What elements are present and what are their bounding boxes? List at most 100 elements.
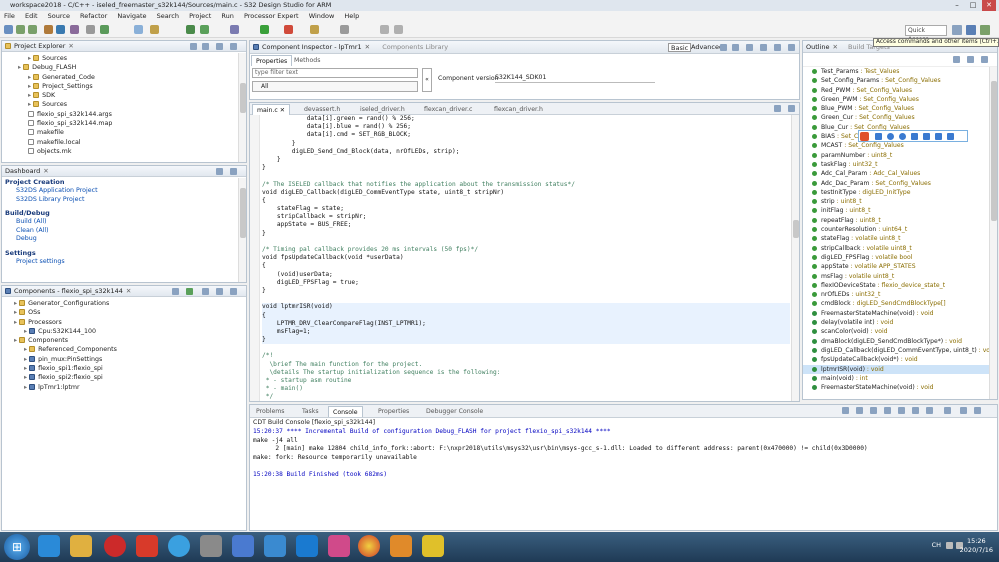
debug-link[interactable]: Debug xyxy=(2,235,246,244)
quick-access-input[interactable]: Quick Access xyxy=(905,25,947,43)
code-line[interactable] xyxy=(262,295,790,303)
nav-back-icon[interactable] xyxy=(380,25,389,34)
build-all-link[interactable]: Build (All) xyxy=(2,218,246,227)
tree-item[interactable]: ▸ SDK xyxy=(2,91,246,100)
menu-navigate[interactable]: Navigate xyxy=(117,12,146,20)
chrome-icon[interactable] xyxy=(358,535,380,557)
outline-item[interactable]: flexIODeviceState : flexio_device_state_… xyxy=(803,281,997,290)
code-line[interactable]: } xyxy=(262,156,790,164)
tab-iseled-driver-h[interactable]: iseled_driver.h xyxy=(356,104,409,115)
inspector-filter-input[interactable]: type filter text xyxy=(252,68,418,78)
minimize-view-icon[interactable] xyxy=(230,168,237,175)
open-console-icon[interactable] xyxy=(898,407,905,414)
outline-item[interactable]: nrOfLEDs : uint32_t xyxy=(803,290,997,299)
minimize-button[interactable]: – xyxy=(950,0,964,11)
tree-item[interactable]: makefile xyxy=(2,128,246,137)
outline-item[interactable]: stateFlag : volatile uint8_t xyxy=(803,234,997,243)
menu-refactor[interactable]: Refactor xyxy=(80,12,107,20)
s32ds-icon[interactable] xyxy=(422,535,444,557)
menu-edit[interactable]: Edit xyxy=(25,12,38,20)
code-line[interactable]: } xyxy=(262,287,790,295)
phone-icon[interactable] xyxy=(200,535,222,557)
code-line[interactable]: stateFlag = state; xyxy=(262,205,790,213)
tree-item[interactable]: ▸ Referenced_Components xyxy=(2,345,246,354)
minimize-view-icon[interactable] xyxy=(230,288,237,295)
code-line[interactable]: } xyxy=(262,230,790,238)
new-icon[interactable] xyxy=(4,25,13,34)
mail-icon[interactable] xyxy=(264,535,286,557)
menu-project[interactable]: Project xyxy=(189,12,211,20)
outline-item[interactable]: scanColor(void) : void xyxy=(803,327,997,336)
project-explorer-title[interactable]: Project Explorer xyxy=(14,42,65,50)
debug-config-icon[interactable] xyxy=(56,25,65,34)
view-menu-icon[interactable] xyxy=(944,407,951,414)
tree-item[interactable]: flexio_spi_s32k144.args xyxy=(2,110,246,119)
code-line[interactable]: (void)userData; xyxy=(262,271,790,279)
code-line[interactable]: * - startup asm routine xyxy=(262,377,790,385)
outline-item[interactable]: repeatFlag : uint8_t xyxy=(803,216,997,225)
tree-item[interactable]: ▸ Components xyxy=(2,336,246,345)
terminate-icon[interactable] xyxy=(926,407,933,414)
tab-methods[interactable]: Methods xyxy=(290,55,324,66)
component-add-icon[interactable] xyxy=(172,288,179,295)
components-title[interactable]: Components - flexio_spi_s32k144 xyxy=(14,287,123,295)
code-line[interactable]: appState = BUS_FREE; xyxy=(262,221,790,229)
pin-console-icon[interactable] xyxy=(870,407,877,414)
outline-item[interactable]: initFlag : uint8_t xyxy=(803,206,997,215)
outline-item[interactable]: counterResolution : uint64_t xyxy=(803,225,997,234)
debug-run-icon[interactable] xyxy=(186,25,195,34)
outline-item[interactable]: Red_PWM : Set_Config_Values xyxy=(803,86,997,95)
app-icon[interactable] xyxy=(136,535,158,557)
basic-mode-button[interactable]: Basic xyxy=(668,43,692,52)
code-line[interactable]: data[i].green = rand() % 256; xyxy=(262,115,790,123)
view-menu-icon[interactable] xyxy=(981,56,988,63)
c-cpp-perspective-icon[interactable] xyxy=(966,25,976,35)
save-icon[interactable] xyxy=(16,25,25,34)
code-line[interactable]: /* Timing pal callback provides 20 ms in… xyxy=(262,246,790,254)
clean-all-link[interactable]: Clean (All) xyxy=(2,227,246,236)
project-creation-heading[interactable]: Project Creation xyxy=(2,177,246,187)
tree-item[interactable]: ▸ lpTmr1:lptmr xyxy=(2,383,246,392)
outline-item[interactable]: delay(volatile int) : void xyxy=(803,318,997,327)
forward-icon[interactable] xyxy=(732,44,739,51)
collapse-all-icon[interactable] xyxy=(190,43,197,50)
tree-item[interactable]: ▸ flexio_spi2:flexio_spi xyxy=(2,373,246,382)
outline-item[interactable]: lptmrISR(void) : void xyxy=(803,364,997,374)
menu-file[interactable]: File xyxy=(4,12,15,20)
pin-icon[interactable] xyxy=(746,44,753,51)
code-line[interactable]: void lptmrISR(void) xyxy=(262,303,790,312)
inspector-view-select[interactable]: All xyxy=(252,81,418,92)
ime-tools-icon[interactable] xyxy=(947,133,954,140)
code-line[interactable]: void fpsUpdateCallback(void *userData) xyxy=(262,254,790,262)
outline-item[interactable]: digLED_Callback(digLED_CommEventType, ui… xyxy=(803,346,997,355)
save-all-icon[interactable] xyxy=(28,25,37,34)
tree-item[interactable]: ▸ pin_mux:PinSettings xyxy=(2,355,246,364)
tree-item[interactable]: ▸ Sources xyxy=(2,54,246,63)
code-line[interactable]: { xyxy=(262,311,790,320)
outline-item[interactable]: FreemasterStateMachine(void) : void xyxy=(803,309,997,318)
external-tools-icon[interactable] xyxy=(230,25,239,34)
tab-flexcan-driver-h[interactable]: flexcan_driver.h xyxy=(490,104,547,115)
outline-item[interactable]: Green_Cur : Set_Config_Values xyxy=(803,113,997,122)
feishu-icon[interactable] xyxy=(232,535,254,557)
tree-item[interactable]: makefile.local xyxy=(2,138,246,147)
console-output[interactable]: 15:20:37 **** Incremental Build of confi… xyxy=(250,428,997,479)
tree-item[interactable]: ▸ Processors xyxy=(2,318,246,327)
outline-item[interactable]: strip : uint8_t xyxy=(803,197,997,206)
outline-scrollbar[interactable] xyxy=(989,67,997,399)
tab-main-c[interactable]: main.c ✕ xyxy=(252,104,290,115)
generate-code-icon[interactable] xyxy=(134,25,143,34)
sort-icon[interactable] xyxy=(953,56,960,63)
maximize-view-icon[interactable] xyxy=(974,407,981,414)
nav-forward-icon[interactable] xyxy=(394,25,403,34)
ime-keyboard-icon[interactable] xyxy=(923,133,930,140)
editor-scrollbar[interactable] xyxy=(791,115,799,401)
folder-open-icon[interactable] xyxy=(310,25,319,34)
processor-expert-icon[interactable] xyxy=(100,25,109,34)
build-debug-heading[interactable]: Build/Debug xyxy=(2,208,246,218)
browser-icon[interactable] xyxy=(168,535,190,557)
settings-heading[interactable]: Settings xyxy=(2,248,246,258)
hammer-icon[interactable] xyxy=(70,25,79,34)
menu-help[interactable]: Help xyxy=(344,12,359,20)
tree-item[interactable]: ▸ Debug_FLASH xyxy=(2,63,246,72)
